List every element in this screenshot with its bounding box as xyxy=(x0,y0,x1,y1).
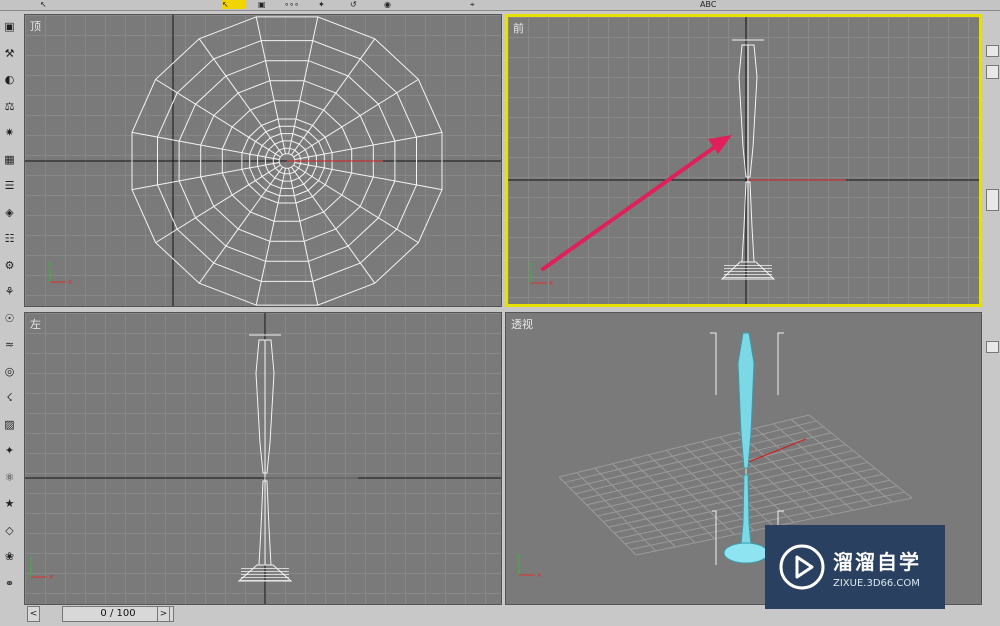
wire-spoke xyxy=(131,161,280,191)
prev-frame-button[interactable]: < xyxy=(27,606,40,622)
select-tool-button[interactable]: ↖ xyxy=(222,0,246,9)
cameras-icon[interactable]: ⚘ xyxy=(2,284,17,299)
wire-spoke xyxy=(288,168,319,306)
move-icon[interactable]: ⚛ xyxy=(2,470,17,485)
wire-spoke xyxy=(293,164,419,244)
wire-spoke xyxy=(291,38,376,156)
axis-z-label: z xyxy=(517,553,521,561)
axis-z-label: z xyxy=(29,555,33,563)
mirror-icon[interactable]: ⌖ xyxy=(470,0,475,9)
wire-spoke xyxy=(291,166,376,284)
wire-spoke xyxy=(255,168,286,306)
scale-icon[interactable]: ◇ xyxy=(2,523,17,538)
wire-spoke xyxy=(293,78,419,158)
left-toolbar: ▣ ⚒ ◐ ⚖ ✷ ▦ ☰ ◈ ☷ ⚙ ⚘ ☉ ≈ ◎ ☇ ▨ ✦ ⚛ ★ ◇ ❀ ⚭ xyxy=(0,11,20,606)
watermark: 溜溜自学 ZIXUE.3D66.COM xyxy=(765,525,945,609)
top-view-wireframe: zx xyxy=(25,15,501,306)
axis-x-label: x xyxy=(549,279,553,287)
axis-x-label: x xyxy=(49,573,53,581)
wire-spoke xyxy=(288,16,319,154)
helpers-icon[interactable]: ☉ xyxy=(2,311,17,326)
wire-spoke xyxy=(131,131,280,161)
utilities-icon[interactable]: ☰ xyxy=(2,178,17,193)
panel-color-swatch[interactable] xyxy=(986,189,999,211)
move-icon[interactable]: ✦ xyxy=(318,0,325,9)
wire-spoke xyxy=(198,166,283,284)
wire-spoke xyxy=(294,161,443,191)
select-icon[interactable]: ✦ xyxy=(2,443,17,458)
perspective-grid-line xyxy=(790,419,893,503)
command-panel-edge xyxy=(985,11,1000,606)
watermark-url: ZIXUE.3D66.COM xyxy=(833,577,920,589)
watermark-name: 溜溜自学 xyxy=(833,549,921,574)
rotate-icon[interactable]: ★ xyxy=(2,496,17,511)
bind-icon[interactable]: ⚭ xyxy=(2,576,17,591)
lamp-base xyxy=(720,261,776,280)
wave-icon[interactable]: ☇ xyxy=(2,390,17,405)
wire-spoke xyxy=(255,16,286,154)
selection-bracket xyxy=(777,332,784,395)
wire-spoke xyxy=(294,131,443,161)
main-toolbar: ↖ ↖ ▣ ∘∘∘ ✦ ↺ ◉ ⌖ ABC xyxy=(0,0,1000,11)
display-icon[interactable]: ▦ xyxy=(2,152,17,167)
panel-button[interactable] xyxy=(986,341,999,353)
axis-x-label: x xyxy=(68,278,72,286)
scale-icon[interactable]: ◉ xyxy=(384,0,391,9)
annotation-arrow-shaft xyxy=(541,137,728,271)
motion-icon[interactable]: ✷ xyxy=(2,125,17,140)
axis-z-label: z xyxy=(48,260,52,268)
lamp-base-shaded xyxy=(723,542,769,564)
lights-icon[interactable]: ⚙ xyxy=(2,258,17,273)
selection-bracket xyxy=(710,332,717,395)
teapot-icon[interactable]: ▨ xyxy=(2,417,17,432)
rotate-icon[interactable]: ↺ xyxy=(350,0,357,9)
undo-icon[interactable]: ↖ xyxy=(40,0,47,9)
geometry-icon[interactable]: ◈ xyxy=(2,205,17,220)
viewport-top[interactable]: 顶 zx xyxy=(24,14,502,307)
axis-z-label: z xyxy=(529,261,533,269)
shapes-icon[interactable]: ☷ xyxy=(2,231,17,246)
hammer-icon[interactable]: ▣ xyxy=(2,19,17,34)
wire-spoke xyxy=(155,78,281,158)
modify-icon[interactable]: ◐ xyxy=(2,72,17,87)
play-logo-icon xyxy=(779,544,825,590)
left-view-wireframe: zx xyxy=(25,313,501,604)
front-view-wireframe: zx xyxy=(508,17,979,304)
wire-spoke xyxy=(155,164,281,244)
viewport-left[interactable]: 左 zx xyxy=(24,312,502,605)
panel-field[interactable] xyxy=(986,65,999,79)
spell-check-icon[interactable]: ABC xyxy=(700,0,716,9)
wire-spoke xyxy=(198,38,283,156)
hierarchy-icon[interactable]: ⚖ xyxy=(2,99,17,114)
perspective-grid-line xyxy=(808,414,913,499)
viewport-front[interactable]: 前 zx xyxy=(505,14,982,307)
link-icon[interactable]: ❀ xyxy=(2,549,17,564)
next-frame-button[interactable]: > xyxy=(157,606,170,622)
create-icon[interactable]: ⚒ xyxy=(2,46,17,61)
lamp-body-upper xyxy=(737,332,755,469)
spacewarps-icon[interactable]: ≈ xyxy=(2,337,17,352)
systems-icon[interactable]: ◎ xyxy=(2,364,17,379)
window-crossing-icon[interactable]: ∘∘∘ xyxy=(284,0,299,9)
axis-x-label: x xyxy=(537,571,541,579)
panel-button[interactable] xyxy=(986,45,999,57)
select-region-icon[interactable]: ▣ xyxy=(258,0,266,9)
